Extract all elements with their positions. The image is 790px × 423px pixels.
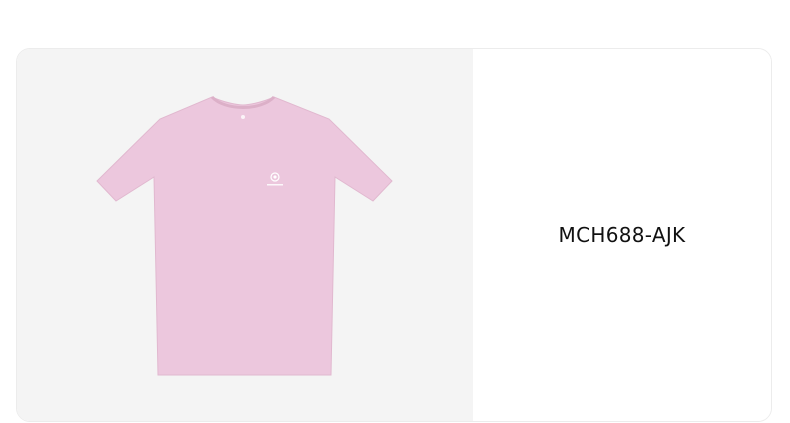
tshirt-image xyxy=(96,95,393,376)
product-sku: MCH688-AJK xyxy=(558,223,686,247)
product-info-panel: MCH688-AJK xyxy=(473,49,771,421)
product-card[interactable]: MCH688-AJK xyxy=(16,48,772,422)
product-image-panel[interactable] xyxy=(17,49,473,421)
